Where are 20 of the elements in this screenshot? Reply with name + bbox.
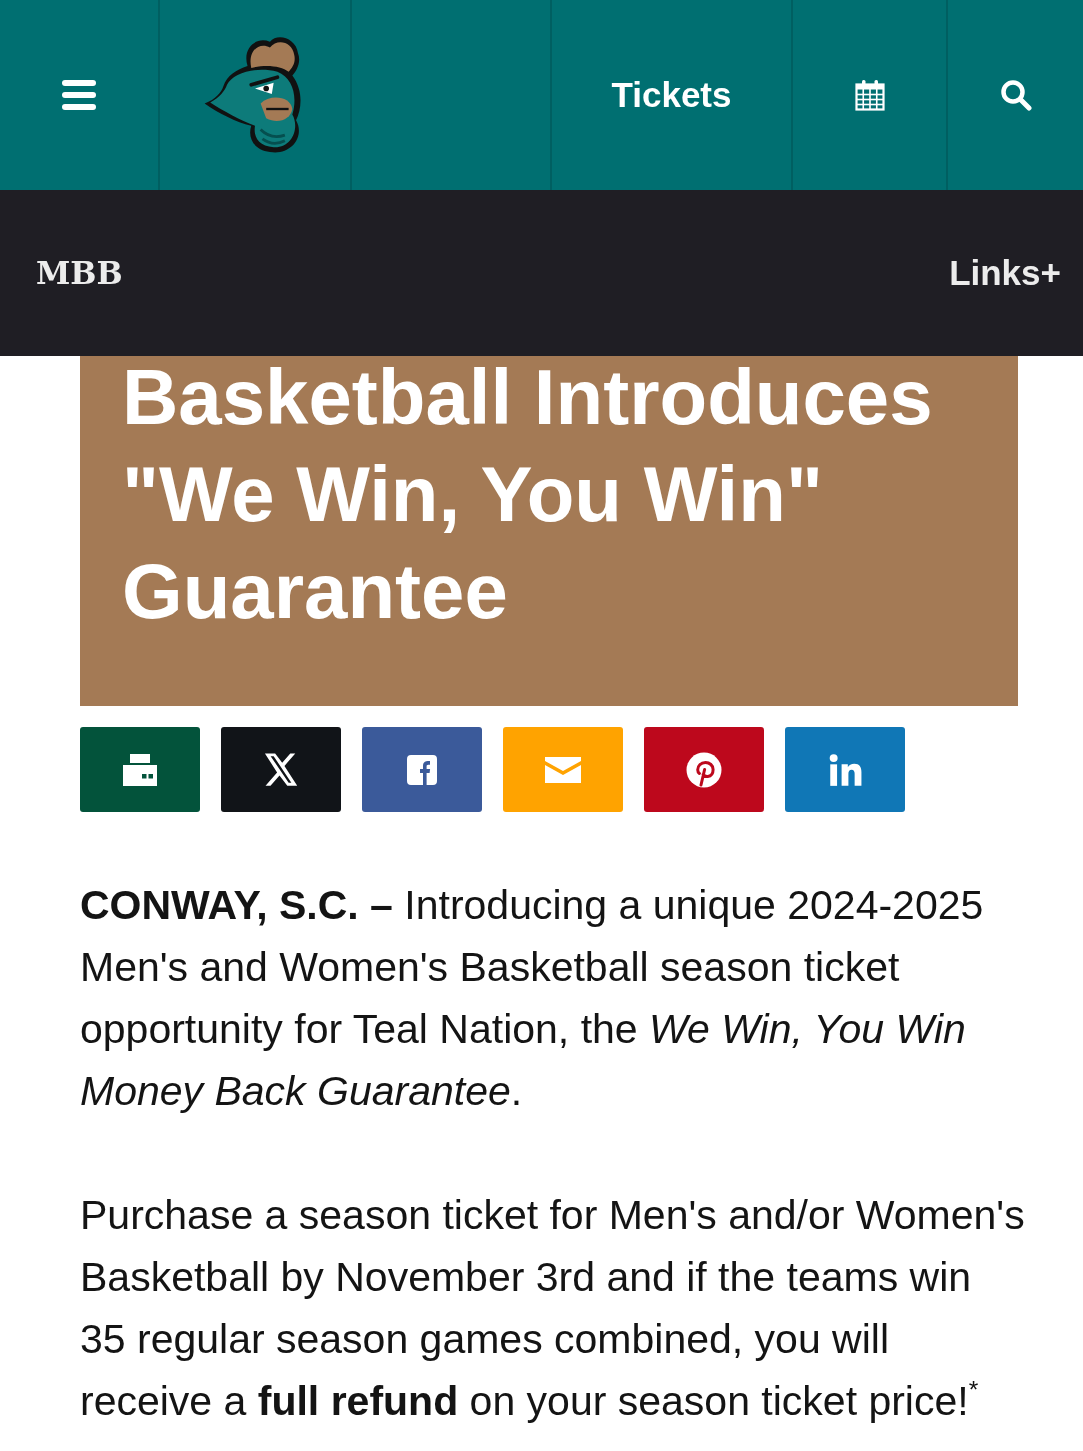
printer-icon — [122, 753, 158, 786]
facebook-icon — [406, 753, 438, 786]
linkedin-icon — [828, 752, 862, 787]
section-title[interactable]: MBB — [36, 249, 123, 297]
envelope-icon — [545, 756, 581, 783]
pinterest-share-button[interactable] — [644, 727, 764, 812]
pinterest-icon — [686, 751, 722, 788]
linkedin-share-button[interactable] — [785, 727, 905, 812]
article-paragraph: Purchase a season ticket for Men's and/or Women's Basketball by November 3rd and if the teams win 35 regular season games combined, you will receive a full refund on your season ticket price!$^{*}$ — [80, 1191, 1025, 1426]
tickets-link[interactable]: Tickets — [611, 74, 732, 116]
x-logo-icon — [263, 753, 299, 786]
x-share-button[interactable] — [221, 727, 341, 812]
article-headline: Basketball Introduces "We Win, You Win" Guarantee — [122, 352, 934, 637]
article-paragraph: CONWAY, S.C. – Introducing a unique 2024-2025 Men's and Women's Basketball season ticket opportunity for Teal Nation, the We Win, You Win Money Back Guarantee. — [80, 881, 985, 1116]
search-icon — [999, 79, 1032, 111]
calendar-icon — [854, 79, 885, 111]
print-button[interactable] — [80, 727, 200, 812]
links-menu-button[interactable]: Links+ — [949, 246, 1061, 300]
menu-icon — [62, 80, 96, 110]
facebook-share-button[interactable] — [362, 727, 482, 812]
